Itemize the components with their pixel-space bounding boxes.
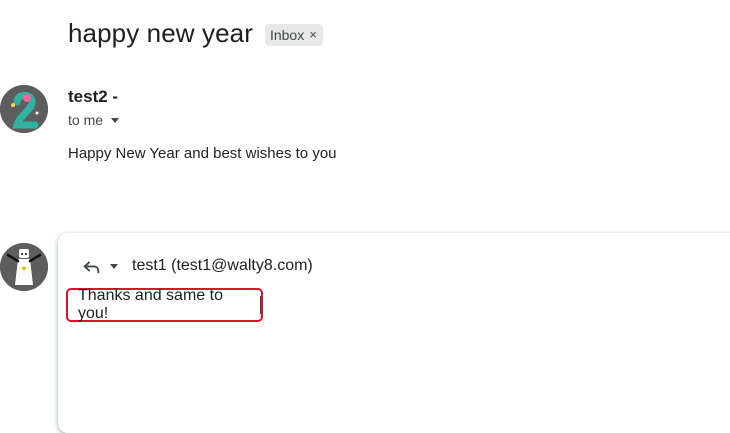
recipient-row[interactable]: to me: [68, 112, 120, 128]
user-avatar-image: [0, 243, 48, 291]
message-body: Happy New Year and best wishes to you: [68, 145, 337, 162]
email-subject: happy new year: [68, 18, 253, 48]
reply-compose-card[interactable]: test1 (test1@walty8.com) Thanks and same…: [58, 233, 730, 433]
inbox-label-chip[interactable]: Inbox ×: [264, 23, 323, 46]
draft-text[interactable]: Thanks and same to you!: [78, 287, 254, 323]
reply-recipient[interactable]: test1 (test1@walty8.com): [132, 257, 313, 275]
reply-header: test1 (test1@walty8.com): [80, 255, 313, 277]
text-cursor: [260, 296, 261, 314]
label-text: Inbox: [269, 26, 305, 43]
user-avatar[interactable]: [0, 243, 48, 291]
recipient-label: to me: [68, 112, 104, 128]
remove-label-icon[interactable]: ×: [309, 24, 317, 46]
reply-icon[interactable]: [80, 255, 102, 277]
subject-row: happy new year Inbox ×: [68, 18, 323, 49]
chevron-down-icon[interactable]: [110, 263, 118, 269]
sender-avatar[interactable]: [0, 85, 48, 133]
sender-avatar-image: [0, 85, 48, 133]
chevron-down-icon[interactable]: [111, 117, 120, 123]
compose-body-input[interactable]: Thanks and same to you!: [66, 287, 263, 323]
sender-name[interactable]: test2 -: [68, 87, 118, 107]
